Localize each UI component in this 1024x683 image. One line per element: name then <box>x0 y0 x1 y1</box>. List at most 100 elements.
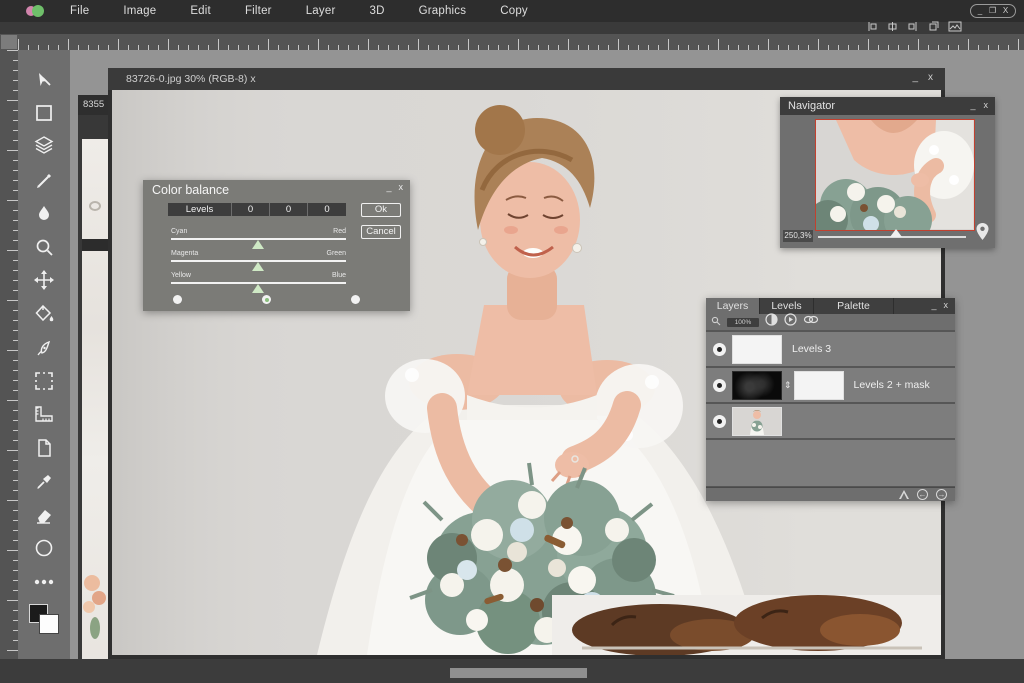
layers-panel-tabs: Layers Levels Palette <box>706 298 955 314</box>
brush-tool[interactable] <box>31 167 57 193</box>
layer-thumbnail-white[interactable] <box>732 335 782 364</box>
play-icon[interactable] <box>784 313 797 331</box>
cyan-red-slider[interactable]: Cyan Red <box>171 228 346 248</box>
horizontal-scrollbar-thumb[interactable] <box>450 668 587 678</box>
layers-panel: Layers Levels Palette _ x 100% Levels 3 … <box>706 298 955 501</box>
tab-layers[interactable]: Layers <box>706 298 760 314</box>
layer-photo-thumbnail[interactable] <box>732 407 782 436</box>
slider-thumb[interactable] <box>252 284 264 293</box>
level-value-3[interactable]: 0 <box>308 203 346 216</box>
previous-icon[interactable]: ← <box>917 489 928 500</box>
navigator-zoom-value[interactable]: 250,3% <box>783 230 813 242</box>
next-icon[interactable]: → <box>936 489 947 500</box>
tab-levels[interactable]: Levels <box>760 298 814 314</box>
layer-row-levels-2-mask[interactable]: ⇕ Levels 2 + mask <box>706 367 955 402</box>
contrast-icon[interactable] <box>765 313 778 331</box>
flower-fragment <box>84 575 100 591</box>
levels-label: Levels <box>168 203 232 216</box>
minimize-icon[interactable]: _ <box>970 97 975 115</box>
image-placeholder-icon[interactable] <box>948 21 962 35</box>
navigator-zoom-slider[interactable] <box>818 236 966 238</box>
magenta-green-slider[interactable]: Magenta Green <box>171 250 346 270</box>
navigator-slider-thumb[interactable] <box>890 229 902 237</box>
minimize-icon[interactable]: _ <box>931 298 936 314</box>
minimize-icon[interactable]: _ <box>912 68 918 90</box>
midtones-radio[interactable] <box>262 295 271 304</box>
color-swatches[interactable] <box>29 604 59 634</box>
ellipse-tool[interactable] <box>31 535 57 561</box>
menu-3d[interactable]: 3D <box>369 5 384 17</box>
layers-stack-tool[interactable] <box>31 133 57 159</box>
layer-row-levels-3[interactable]: Levels 3 <box>706 331 955 366</box>
layers-empty-area <box>706 439 955 486</box>
warning-triangle-icon[interactable] <box>899 490 909 499</box>
mask-link-icon[interactable]: ⇕ <box>784 380 792 391</box>
layer-thumbnail-white[interactable] <box>794 371 844 400</box>
level-value-2[interactable]: 0 <box>270 203 308 216</box>
level-value-1[interactable]: 0 <box>232 203 270 216</box>
menu-file[interactable]: File <box>70 5 89 17</box>
minimize-icon[interactable]: _ <box>386 182 391 192</box>
leaf-fragment <box>90 617 100 639</box>
tool-palette <box>18 50 70 659</box>
transform-select-tool[interactable] <box>31 368 57 394</box>
shadows-radio[interactable] <box>173 295 182 304</box>
new-page-tool[interactable] <box>31 435 57 461</box>
close-icon[interactable]: x <box>399 182 404 192</box>
align-right-icon[interactable] <box>907 21 918 35</box>
zoom-tool[interactable] <box>31 234 57 260</box>
tab-palette[interactable]: Palette <box>814 298 894 314</box>
navigator-title-bar[interactable]: Navigator <box>780 97 995 115</box>
rectangle-marquee-tool[interactable] <box>31 100 57 126</box>
slider-thumb[interactable] <box>252 240 264 249</box>
cancel-button[interactable]: Cancel <box>361 225 401 239</box>
duplicate-icon[interactable] <box>927 21 939 35</box>
zoom-small-icon <box>711 313 721 331</box>
document-title-bar[interactable]: 83726-0.jpg 30% (RGB-8) x <box>108 68 945 90</box>
menu-filter[interactable]: Filter <box>245 5 272 17</box>
opacity-value[interactable]: 100% <box>727 318 759 327</box>
close-icon[interactable]: X <box>1003 7 1008 15</box>
droplet-tool[interactable] <box>31 200 57 226</box>
link-icon[interactable] <box>803 313 819 331</box>
color-balance-dialog: Color balance _ x Levels 0 0 0 Ok Cancel… <box>143 180 410 311</box>
yellow-blue-slider[interactable]: Yellow Blue <box>171 272 346 292</box>
paint-bucket-tool[interactable] <box>31 301 57 327</box>
align-center-icon[interactable] <box>887 21 898 35</box>
align-left-icon[interactable] <box>867 21 878 35</box>
layers-bottom-bar: ← → <box>706 487 955 501</box>
close-icon[interactable]: x <box>944 298 949 314</box>
eye-icon[interactable] <box>713 379 726 392</box>
location-pin-icon[interactable] <box>976 223 989 245</box>
menu-layer[interactable]: Layer <box>306 5 336 17</box>
selection-arrow-tool[interactable] <box>31 66 57 92</box>
minimize-icon[interactable]: _ <box>978 7 982 15</box>
layer-mask-thumbnail[interactable] <box>732 371 782 400</box>
more-options-icon[interactable] <box>31 569 57 595</box>
eraser-tool[interactable] <box>31 502 57 528</box>
layer-row-background[interactable] <box>706 403 955 438</box>
menu-image[interactable]: Image <box>123 5 156 17</box>
menu-edit[interactable]: Edit <box>190 5 211 17</box>
pen-tool[interactable] <box>31 334 57 360</box>
eye-icon[interactable] <box>713 343 726 356</box>
dialog-title[interactable]: Color balance <box>152 183 229 197</box>
close-icon[interactable]: x <box>928 68 933 90</box>
magenta-label: Magenta <box>171 250 198 257</box>
slider-thumb[interactable] <box>252 262 264 271</box>
menu-graphics[interactable]: Graphics <box>419 5 467 17</box>
eye-icon[interactable] <box>713 415 726 428</box>
document-behind-title[interactable]: 8355 <box>78 95 112 115</box>
restore-icon[interactable]: ❐ <box>989 7 996 15</box>
foreground-color-swatch[interactable] <box>39 614 59 634</box>
move-tool[interactable] <box>31 267 57 293</box>
measure-ruler-tool[interactable] <box>31 401 57 427</box>
ruler-origin-box <box>0 34 18 50</box>
highlights-radio[interactable] <box>351 295 360 304</box>
menu-copy[interactable]: Copy <box>500 5 528 17</box>
close-icon[interactable]: x <box>984 97 989 115</box>
navigator-preview[interactable] <box>815 119 975 231</box>
document-window-behind[interactable]: 8355 <box>78 95 112 659</box>
ok-button[interactable]: Ok <box>361 203 401 217</box>
eyedropper-tool[interactable] <box>31 468 57 494</box>
